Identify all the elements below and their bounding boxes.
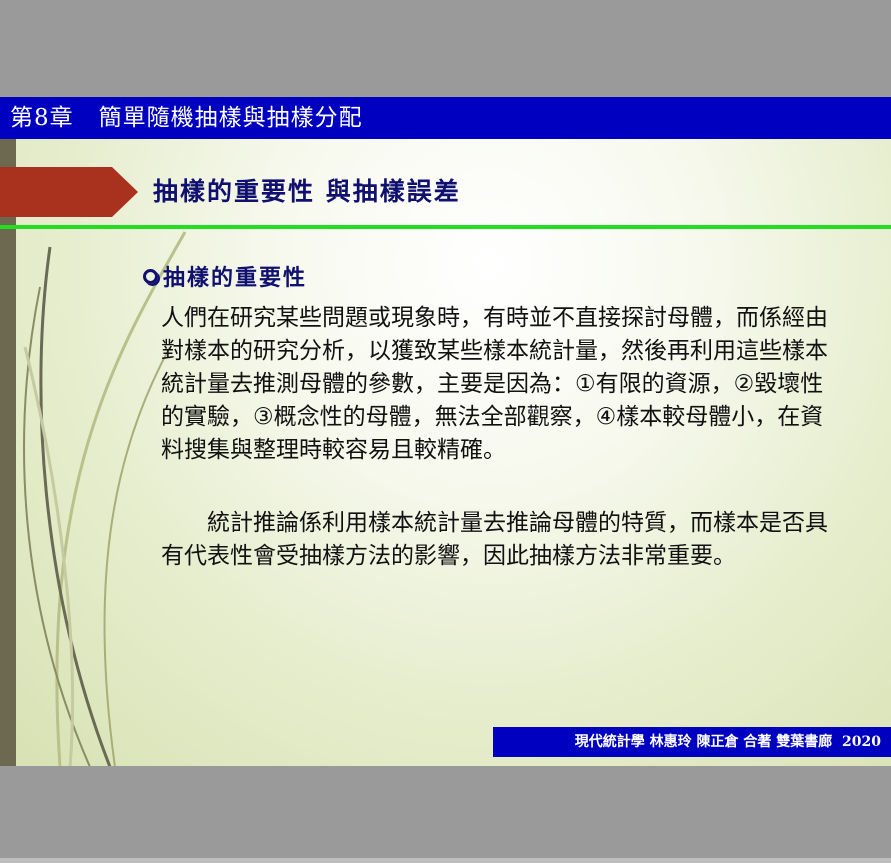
chapter-title: 第8章 簡單隨機抽樣與抽樣分配 (0, 97, 891, 139)
footer-credit: 現代統計學 林惠玲 陳正倉 合著 雙葉書廊 2020 (493, 727, 891, 757)
red-arrow-shape (0, 167, 138, 217)
slide: 第8章 簡單隨機抽樣與抽樣分配 抽樣的重要性 與抽樣誤差 抽樣的重要性 人們在研… (0, 97, 891, 766)
bullet-heading-text: 抽樣的重要性 (163, 265, 308, 291)
body-paragraph-1: 人們在研究某些問題或現象時，有時並不直接探討母體，而係經由對樣本的研究分析，以獲… (161, 305, 828, 463)
body-paragraph-2: 統計推論係利用樣本統計量去推論母體的特質，而樣本是否具有代表性會受抽樣方法的影響… (161, 510, 828, 569)
bottom-edge (0, 858, 891, 863)
section-title: 抽樣的重要性 與抽樣誤差 (153, 177, 461, 206)
circle-bullet-icon (143, 268, 158, 284)
bullet-heading: 抽樣的重要性 (143, 260, 307, 292)
